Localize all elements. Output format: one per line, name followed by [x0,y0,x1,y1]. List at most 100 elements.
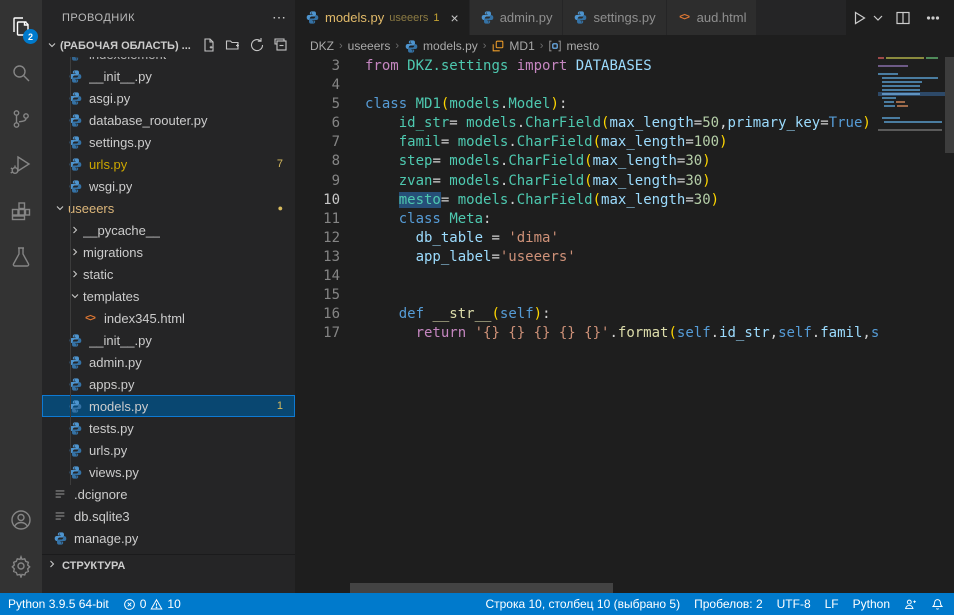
refresh-icon[interactable] [249,37,265,56]
tree-item-settings-py[interactable]: settings.py [42,131,295,153]
tree-folder-templates[interactable]: templates [42,285,295,307]
tree-folder-static[interactable]: static [42,263,295,285]
minimap[interactable] [878,57,945,583]
new-file-icon[interactable] [201,37,217,56]
source-control-icon[interactable] [0,96,42,142]
workspace-section-header[interactable]: (РАБОЧАЯ ОБЛАСТЬ) ... [42,35,295,57]
status-feedback[interactable] [904,598,917,611]
breadcrumb-useeers[interactable]: useeers [348,39,391,53]
extensions-icon[interactable] [0,188,42,234]
account-icon[interactable] [0,497,42,543]
tree-item-label: database_roouter.py [89,113,208,128]
breadcrumb-models-py[interactable]: models.py [404,39,478,54]
collapse-all-icon[interactable] [273,37,289,56]
code-line-5[interactable]: 5class MD1(models.Model): [295,95,878,114]
tree-item-label: __init__.py [89,69,152,84]
line-number: 4 [295,76,340,95]
run-debug-icon[interactable] [0,142,42,188]
search-icon[interactable] [0,50,42,96]
tree-item-views-py[interactable]: views.py [42,461,295,483]
status-problems[interactable]: 010 [123,597,181,611]
tree-folder-useeers[interactable]: useeers● [42,197,295,219]
tab-settings-py[interactable]: settings.py [563,0,666,35]
tab-models-py[interactable]: models.pyuseeers1× [295,0,470,35]
code-line-16[interactable]: 16 def __str__(self): [295,305,878,324]
code-line-11[interactable]: 11 class Meta: [295,210,878,229]
split-editor-icon[interactable] [890,5,916,31]
tree-item-urls-py[interactable]: urls.py7 [42,153,295,175]
tree-item-db-sqlite3[interactable]: db.sqlite3 [42,505,295,527]
code-line-12[interactable]: 12 db_table = 'dima' [295,229,878,248]
settings-icon[interactable] [0,543,42,589]
tree-item--init-py[interactable]: __init__.py [42,329,295,351]
status-language-mode[interactable]: Python [853,597,890,611]
html-file-icon: <> [82,310,98,326]
minimap-line [882,117,900,119]
horizontal-scrollbar[interactable] [350,583,613,593]
tab-aud-html[interactable]: <>aud.html [667,0,758,35]
tree-item-label: __init__.py [89,333,152,348]
tab-description: useeers [389,12,428,24]
tree-item-label: templates [83,289,139,304]
tab-admin-py[interactable]: admin.py [470,0,564,35]
file-tree: indexelement __init__.py asgi.py database_r… [42,57,295,554]
minimap-line [884,101,894,103]
code-line-3[interactable]: 3from DKZ.settings import DATABASES [295,57,878,76]
breadcrumb-dkz[interactable]: DKZ [310,39,334,53]
tree-item-tests-py[interactable]: tests.py [42,417,295,439]
tree-item-models-py[interactable]: models.py1 [42,395,295,417]
tree-item-admin-py[interactable]: admin.py [42,351,295,373]
explorer-icon[interactable]: 2 [0,4,42,50]
more-actions-icon[interactable] [920,5,946,31]
tab-label: settings.py [593,10,655,25]
tree-item-apps-py[interactable]: apps.py [42,373,295,395]
tree-folder-migrations[interactable]: migrations [42,241,295,263]
code-line-7[interactable]: 7 famil= models.CharField(max_length=100… [295,133,878,152]
code-line-17[interactable]: 17 return '{} {} {} {} {}'.format(self.i… [295,324,878,343]
new-folder-icon[interactable] [225,37,241,56]
status-eol[interactable]: LF [825,597,839,611]
code-line-13[interactable]: 13 app_label='useeers' [295,248,878,267]
tree-item-database-roouter-py[interactable]: database_roouter.py [42,109,295,131]
status-indentation[interactable]: Пробелов: 2 [694,597,763,611]
python-file-icon [573,10,588,25]
tree-item-wsgi-py[interactable]: wsgi.py [42,175,295,197]
code-line-10[interactable]: 10 mesto= models.CharField(max_length=30… [295,191,878,210]
tree-item-manage-py[interactable]: manage.py [42,527,295,549]
tree-item--dcignore[interactable]: .dcignore [42,483,295,505]
close-icon[interactable]: × [451,11,459,25]
tree-item-indexelement[interactable]: indexelement [42,57,295,65]
tree-item--init-py[interactable]: __init__.py [42,65,295,87]
run-dropdown-icon[interactable] [870,5,886,31]
tree-item-label: db.sqlite3 [74,509,130,524]
code-editor[interactable]: 3from DKZ.settings import DATABASES45cla… [295,57,878,583]
status-cursor-position[interactable]: Строка 10, столбец 10 (выбрано 5) [485,597,680,611]
feedback-icon [904,598,917,611]
tree-item-urls-py[interactable]: urls.py [42,439,295,461]
code-line-4[interactable]: 4 [295,76,878,95]
breadcrumb: DKZ›useeers›models.py›MD1›mesto [295,35,954,57]
code-line-6[interactable]: 6 id_str= models.CharField(max_length=50… [295,114,878,133]
outline-section-header[interactable]: СТРУКТУРА [42,554,295,576]
line-number: 12 [295,229,340,248]
tree-folder--pycache-[interactable]: __pycache__ [42,219,295,241]
run-icon[interactable] [846,5,872,31]
testing-icon[interactable] [0,234,42,280]
outline-label: СТРУКТУРА [62,560,125,572]
python-file-icon [52,530,68,546]
status-python-interpreter[interactable]: Python 3.9.5 64-bit [8,597,109,611]
breadcrumb-mesto[interactable]: mesto [548,39,599,53]
minimap-line [882,77,938,79]
breadcrumb-separator: › [395,40,399,52]
status-notifications[interactable] [931,598,944,611]
code-line-14[interactable]: 14 [295,267,878,286]
explorer-more-actions-icon[interactable]: ⋯ [272,9,287,26]
tree-item-index345-html[interactable]: <>index345.html [42,307,295,329]
code-line-9[interactable]: 9 zvan= models.CharField(max_length=30) [295,172,878,191]
status-encoding[interactable]: UTF-8 [777,597,811,611]
code-line-15[interactable]: 15 [295,286,878,305]
breadcrumb-md1[interactable]: MD1 [491,39,534,53]
vertical-scrollbar[interactable] [945,57,954,153]
code-line-8[interactable]: 8 step= models.CharField(max_length=30) [295,152,878,171]
tree-item-asgi-py[interactable]: asgi.py [42,87,295,109]
